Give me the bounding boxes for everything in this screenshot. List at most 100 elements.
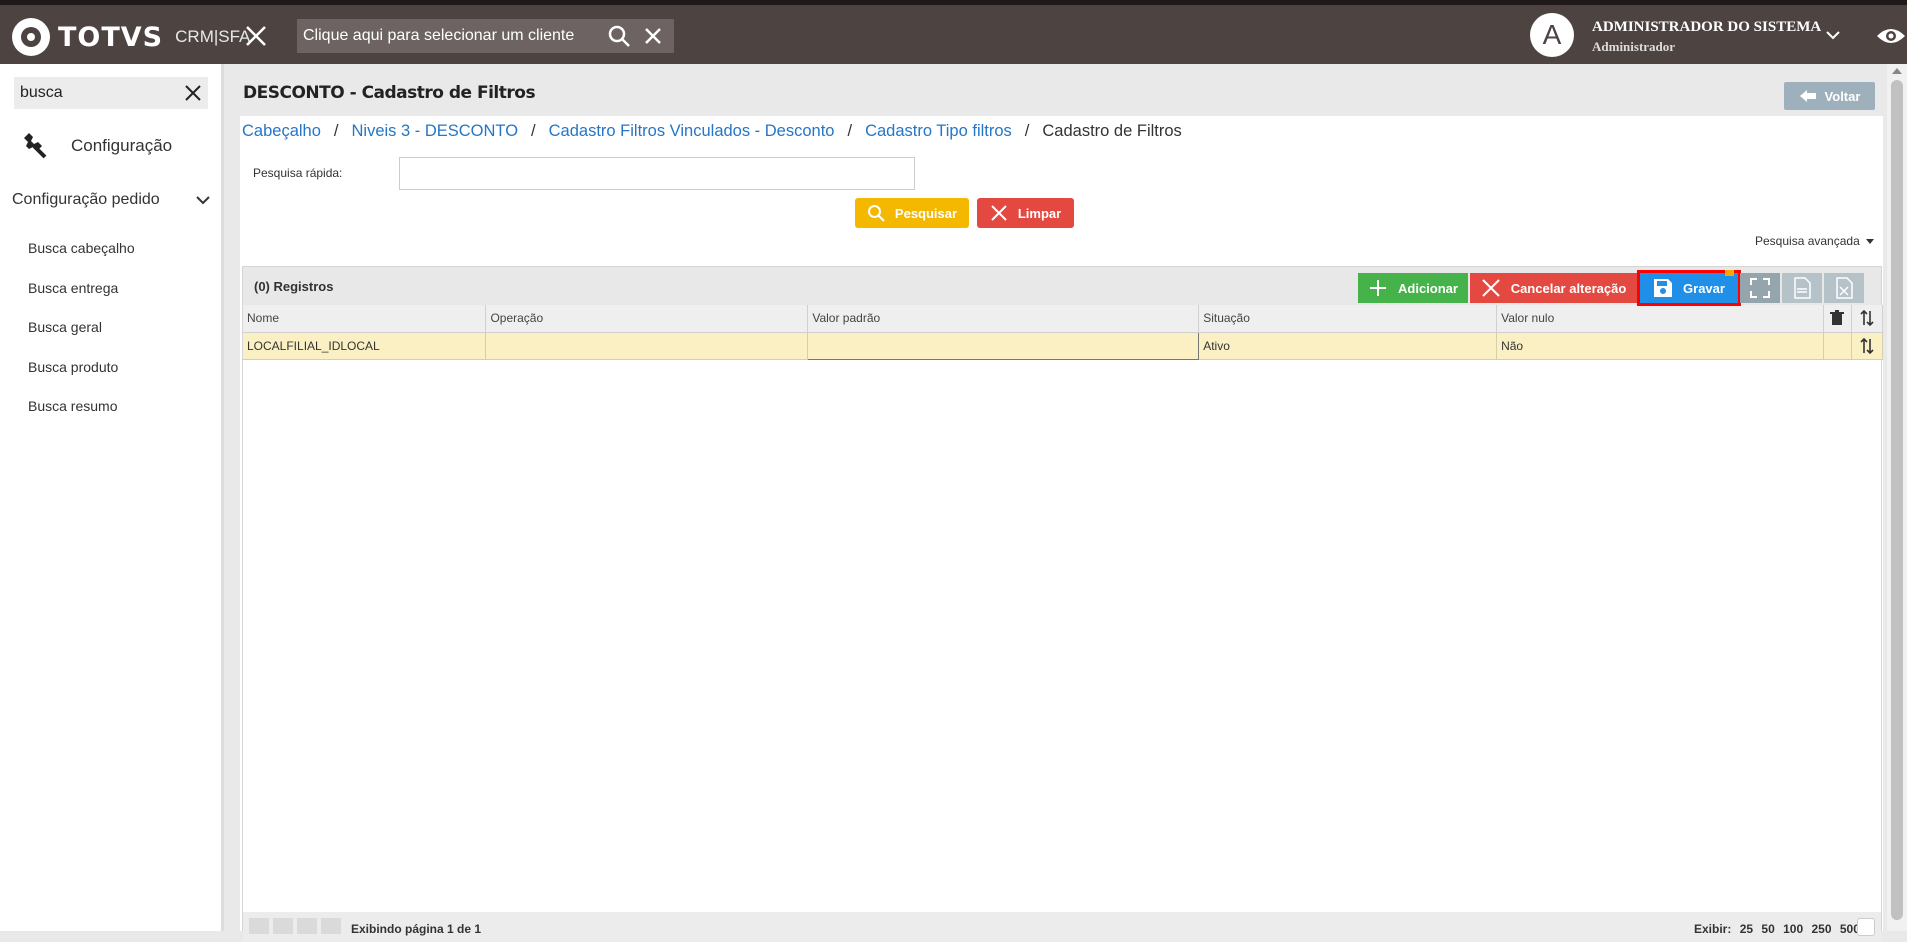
fullscreen-icon: [1750, 278, 1770, 298]
search-button-label: Pesquisar: [894, 205, 958, 221]
breadcrumb-link[interactable]: Cadastro Filtros Vinculados - Desconto: [549, 122, 835, 141]
cancel-changes-label: Cancelar alteração: [1510, 280, 1627, 296]
last-page-button[interactable]: [321, 918, 341, 934]
totvs-logo[interactable]: TOTVS CRM|SFA: [12, 18, 250, 56]
sort-arrows-icon: [1860, 310, 1874, 327]
grid-footer: Exibindo página 1 de 1 Exibir: 25 50 100…: [243, 912, 1881, 942]
save-indicator: [1725, 270, 1734, 276]
search-button[interactable]: Pesquisar: [855, 198, 969, 228]
page-size-option[interactable]: 250: [1811, 922, 1831, 936]
page-size-option[interactable]: 100: [1783, 922, 1803, 936]
column-header-valor-nulo[interactable]: Valor nulo: [1496, 305, 1824, 333]
close-icon: [1481, 279, 1500, 297]
top-stripe: [0, 0, 1907, 5]
cell-operacao[interactable]: [485, 332, 809, 360]
add-button[interactable]: Adicionar: [1358, 273, 1468, 303]
cancel-changes-button[interactable]: Cancelar alteração: [1470, 273, 1637, 303]
cell-valor-nulo[interactable]: Não: [1496, 332, 1824, 360]
content-panel: Cabeçalho / Niveis 3 - DESCONTO / Cadast…: [240, 116, 1884, 942]
cell-valor-padrao-input[interactable]: [807, 331, 1200, 360]
column-header-situacao[interactable]: Situação: [1198, 305, 1498, 333]
page-size-label: Exibir:: [1694, 922, 1732, 936]
cell-situacao[interactable]: Ativo: [1198, 332, 1498, 360]
scrollbar-thumb[interactable]: [1891, 80, 1903, 920]
breadcrumb-current: Cadastro de Filtros: [1042, 122, 1182, 140]
sidebar-item-busca-produto[interactable]: Busca produto: [28, 359, 135, 399]
export-csv-button[interactable]: [1782, 273, 1822, 303]
sidebar-config-label: Configuração: [71, 136, 173, 155]
sidebar-item-busca-entrega[interactable]: Busca entrega: [28, 280, 135, 320]
column-header-nome[interactable]: Nome: [243, 305, 487, 333]
breadcrumb-separator: /: [333, 122, 339, 140]
records-grid: (0) Registros Adicionar Cancelar alteraç…: [242, 266, 1884, 942]
close-icon: [991, 205, 1007, 221]
user-name: ADMINISTRADOR DO SISTEMA: [1592, 19, 1822, 35]
scroll-up-icon[interactable]: [1892, 68, 1902, 74]
advanced-search-label: Pesquisa avançada: [1755, 234, 1860, 248]
quick-search-label: Pesquisa rápida:: [253, 166, 343, 180]
caret-down-icon: [1865, 238, 1874, 244]
eye-icon[interactable]: [1875, 24, 1907, 48]
top-bar: TOTVS CRM|SFA Clique aqui para seleciona…: [0, 0, 1907, 64]
plus-icon: [1370, 280, 1387, 296]
breadcrumb: Cabeçalho / Niveis 3 - DESCONTO / Cadast…: [242, 122, 1182, 141]
search-icon[interactable]: [606, 23, 632, 49]
totvs-logo-icon: [12, 18, 50, 56]
csv-file-icon: [1794, 277, 1811, 299]
column-header-valor-padrao[interactable]: Valor padrão: [807, 305, 1200, 333]
sidebar-group-configuracao-pedido[interactable]: Configuração pedido: [12, 191, 212, 209]
chevron-down-icon[interactable]: [1824, 26, 1842, 44]
clear-button[interactable]: Limpar: [977, 198, 1074, 228]
save-button[interactable]: Gravar: [1637, 270, 1741, 306]
advanced-search-toggle[interactable]: Pesquisa avançada: [1755, 234, 1874, 248]
breadcrumb-link[interactable]: Cabeçalho: [242, 122, 321, 141]
cell-move[interactable]: [1851, 332, 1884, 360]
back-button-label: Voltar: [1824, 88, 1861, 104]
sidebar-item-busca-resumo[interactable]: Busca resumo: [28, 398, 135, 438]
pager: [249, 918, 345, 934]
floppy-disk-icon: [1654, 279, 1673, 297]
lightbulb-icon[interactable]: [1857, 918, 1875, 936]
first-page-button[interactable]: [249, 918, 269, 934]
table-row[interactable]: LOCALFILIAL_IDLOCAL Ativo Não: [243, 331, 1884, 360]
cell-delete[interactable]: [1823, 332, 1852, 360]
page-scrollbar[interactable]: [1887, 64, 1907, 931]
cell-nome[interactable]: LOCALFILIAL_IDLOCAL: [243, 332, 487, 360]
delete-column-header[interactable]: [1823, 305, 1852, 333]
trash-icon: [1830, 310, 1845, 326]
search-icon: [867, 205, 885, 222]
export-xls-button[interactable]: [1824, 273, 1864, 303]
breadcrumb-separator: /: [1024, 122, 1030, 140]
page-size-option[interactable]: 50: [1761, 922, 1774, 936]
sidebar-item-busca-geral[interactable]: Busca geral: [28, 319, 135, 359]
clear-button-label: Limpar: [1017, 205, 1062, 221]
column-header-operacao[interactable]: Operação: [485, 305, 809, 333]
close-menu-icon[interactable]: [244, 24, 268, 48]
clear-search-icon[interactable]: [182, 82, 204, 104]
sort-column-header[interactable]: [1851, 305, 1884, 333]
avatar[interactable]: A: [1530, 13, 1574, 57]
breadcrumb-separator: /: [847, 122, 853, 140]
fullscreen-button[interactable]: [1740, 273, 1780, 303]
sidebar-search-input[interactable]: busca: [14, 77, 208, 109]
client-search-field[interactable]: Clique aqui para selecionar um cliente: [297, 19, 674, 53]
back-button[interactable]: Voltar: [1784, 82, 1875, 110]
breadcrumb-separator: /: [531, 122, 536, 140]
sidebar: busca Configuração Configuração pedido B…: [0, 64, 224, 931]
quick-search-input[interactable]: [399, 157, 915, 190]
sidebar-search-value: busca: [20, 84, 63, 101]
sidebar-config[interactable]: Configuração: [20, 132, 172, 160]
logo-subtitle: CRM|SFA: [175, 27, 251, 46]
clear-client-icon[interactable]: [640, 23, 666, 49]
breadcrumb-link[interactable]: Cadastro Tipo filtros: [865, 122, 1012, 141]
records-count: (0) Registros: [254, 279, 334, 294]
sidebar-item-busca-cabecalho[interactable]: Busca cabeçalho: [28, 240, 135, 280]
grid-header-row: Nome Operação Valor padrão Situação Valo…: [243, 305, 1884, 333]
sidebar-group-label: Configuração pedido: [12, 191, 160, 208]
user-info[interactable]: ADMINISTRADOR DO SISTEMA Administrador: [1592, 19, 1821, 55]
breadcrumb-link[interactable]: Niveis 3 - DESCONTO: [351, 122, 518, 141]
prev-page-button[interactable]: [273, 918, 293, 934]
page-size-option[interactable]: 25: [1740, 922, 1753, 936]
next-page-button[interactable]: [297, 918, 317, 934]
grid-toolbar: (0) Registros Adicionar Cancelar alteraç…: [243, 267, 1881, 306]
